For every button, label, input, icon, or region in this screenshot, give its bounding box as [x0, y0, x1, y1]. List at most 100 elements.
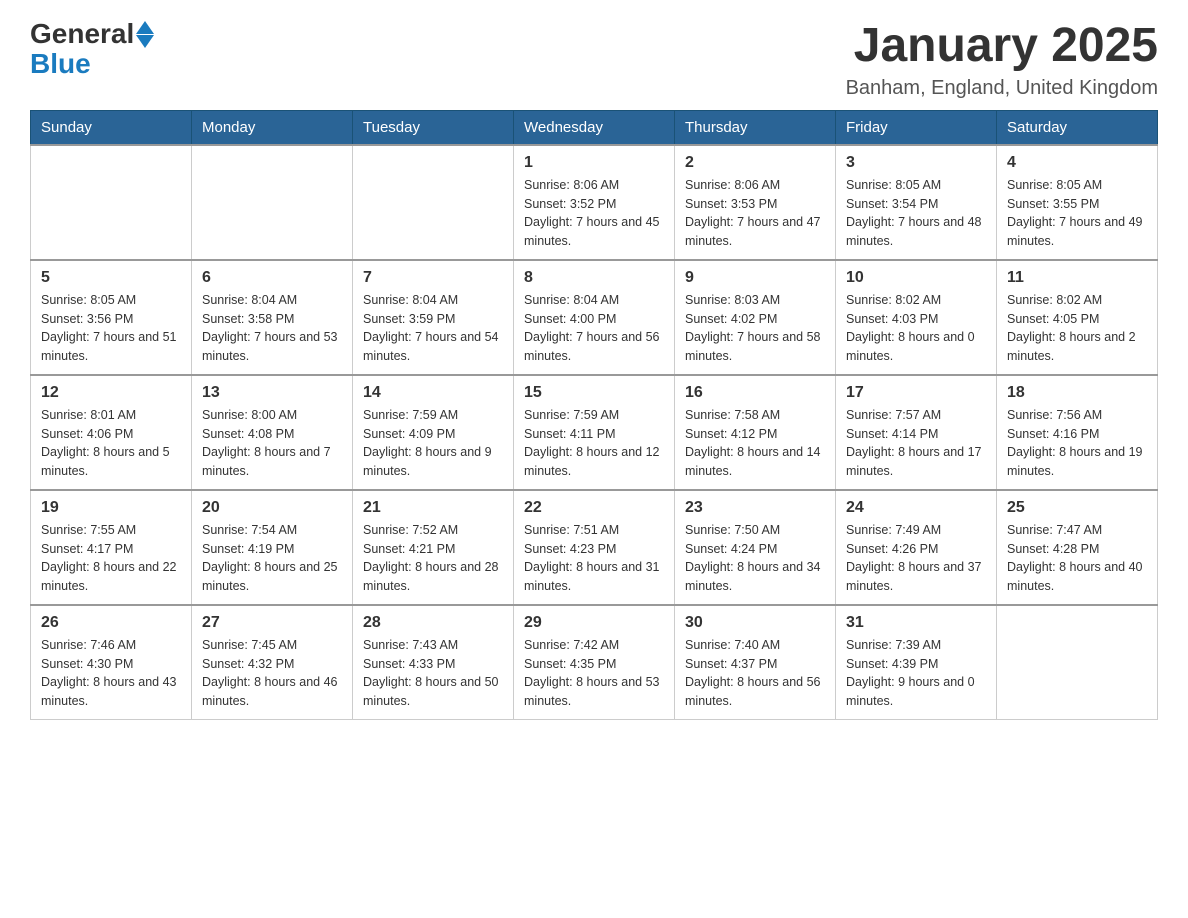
weekday-header-wednesday: Wednesday	[514, 110, 675, 145]
day-number: 15	[524, 384, 664, 402]
calendar-cell: 31Sunrise: 7:39 AMSunset: 4:39 PMDayligh…	[836, 605, 997, 720]
calendar-week-1: 1Sunrise: 8:06 AMSunset: 3:52 PMDaylight…	[31, 145, 1158, 260]
calendar-cell: 30 Sunrise: 7:40 AMSunset: 4:37 PMDayligh…	[675, 605, 836, 720]
calendar-cell: 5 Sunrise: 8:05 AMSunset: 3:56 PMDaylight…	[31, 260, 192, 375]
day-number: 25	[1007, 499, 1147, 517]
day-info: Sunrise: 7:47 AMSunset: 4:28 PMDaylight:…	[1007, 521, 1147, 596]
day-number: 8	[524, 269, 664, 287]
calendar-cell: 13Sunrise: 8:00 AMSunset: 4:08 PMDayligh…	[192, 375, 353, 490]
calendar-header-row: SundayMondayTuesdayWednesdayThursdayFrid…	[31, 110, 1158, 145]
day-number: 9	[685, 269, 825, 287]
logo-blue-text: Blue	[30, 48, 91, 80]
title-section: January 2025 Banham, England, United Kin…	[846, 20, 1158, 100]
day-info: Sunrise: 8:03 AMSunset: 4:02 PMDaylight:…	[685, 291, 825, 366]
day-number: 26	[41, 614, 181, 632]
calendar-cell: 10 Sunrise: 8:02 AMSunset: 4:03 PMDayligh…	[836, 260, 997, 375]
day-info: Sunrise: 8:05 AMSunset: 3:56 PMDaylight:…	[41, 291, 181, 366]
weekday-header-tuesday: Tuesday	[353, 110, 514, 145]
calendar-cell: 6 Sunrise: 8:04 AMSunset: 3:58 PMDaylight…	[192, 260, 353, 375]
day-number: 20	[202, 499, 342, 517]
calendar-cell: 1Sunrise: 8:06 AMSunset: 3:52 PMDaylight…	[514, 145, 675, 260]
calendar-week-3: 12Sunrise: 8:01 AMSunset: 4:06 PMDayligh…	[31, 375, 1158, 490]
day-info: Sunrise: 7:40 AMSunset: 4:37 PMDaylight:…	[685, 636, 825, 711]
day-info: Sunrise: 8:05 AMSunset: 3:55 PMDaylight:…	[1007, 176, 1147, 251]
calendar-cell: 3 Sunrise: 8:05 AMSunset: 3:54 PMDaylight…	[836, 145, 997, 260]
calendar-cell: 22 Sunrise: 7:51 AMSunset: 4:23 PMDayligh…	[514, 490, 675, 605]
day-number: 14	[363, 384, 503, 402]
day-info: Sunrise: 7:52 AMSunset: 4:21 PMDaylight:…	[363, 521, 503, 596]
day-info: Sunrise: 7:59 AMSunset: 4:11 PMDaylight:…	[524, 406, 664, 481]
day-number: 11	[1007, 269, 1147, 287]
day-number: 18	[1007, 384, 1147, 402]
day-number: 7	[363, 269, 503, 287]
calendar-week-4: 19 Sunrise: 7:55 AMSunset: 4:17 PMDayligh…	[31, 490, 1158, 605]
day-number: 5	[41, 269, 181, 287]
day-info: Sunrise: 7:56 AMSunset: 4:16 PMDaylight:…	[1007, 406, 1147, 481]
day-info: Sunrise: 7:51 AMSunset: 4:23 PMDaylight:…	[524, 521, 664, 596]
calendar-cell: 8 Sunrise: 8:04 AMSunset: 4:00 PMDaylight…	[514, 260, 675, 375]
calendar-cell: 20Sunrise: 7:54 AMSunset: 4:19 PMDayligh…	[192, 490, 353, 605]
calendar-cell: 14 Sunrise: 7:59 AMSunset: 4:09 PMDayligh…	[353, 375, 514, 490]
logo: General Blue	[30, 20, 154, 80]
weekday-header-sunday: Sunday	[31, 110, 192, 145]
day-number: 23	[685, 499, 825, 517]
day-number: 27	[202, 614, 342, 632]
day-number: 22	[524, 499, 664, 517]
day-info: Sunrise: 7:43 AMSunset: 4:33 PMDaylight:…	[363, 636, 503, 711]
calendar-cell	[353, 145, 514, 260]
calendar-cell: 9 Sunrise: 8:03 AMSunset: 4:02 PMDaylight…	[675, 260, 836, 375]
day-info: Sunrise: 8:02 AMSunset: 4:05 PMDaylight:…	[1007, 291, 1147, 366]
calendar-cell: 28 Sunrise: 7:43 AMSunset: 4:33 PMDayligh…	[353, 605, 514, 720]
day-number: 3	[846, 154, 986, 172]
day-number: 4	[1007, 154, 1147, 172]
calendar-cell: 18 Sunrise: 7:56 AMSunset: 4:16 PMDayligh…	[997, 375, 1158, 490]
day-info: Sunrise: 7:39 AMSunset: 4:39 PMDaylight:…	[846, 636, 986, 711]
day-info: Sunrise: 8:06 AMSunset: 3:52 PMDaylight:…	[524, 176, 664, 251]
day-number: 30	[685, 614, 825, 632]
day-info: Sunrise: 7:59 AMSunset: 4:09 PMDaylight:…	[363, 406, 503, 481]
calendar-cell: 2Sunrise: 8:06 AMSunset: 3:53 PMDaylight…	[675, 145, 836, 260]
day-info: Sunrise: 8:06 AMSunset: 3:53 PMDaylight:…	[685, 176, 825, 251]
day-info: Sunrise: 7:58 AMSunset: 4:12 PMDaylight:…	[685, 406, 825, 481]
calendar-cell: 17Sunrise: 7:57 AMSunset: 4:14 PMDayligh…	[836, 375, 997, 490]
day-number: 10	[846, 269, 986, 287]
day-info: Sunrise: 8:00 AMSunset: 4:08 PMDaylight:…	[202, 406, 342, 481]
weekday-header-thursday: Thursday	[675, 110, 836, 145]
calendar-cell: 25 Sunrise: 7:47 AMSunset: 4:28 PMDayligh…	[997, 490, 1158, 605]
calendar-cell: 15 Sunrise: 7:59 AMSunset: 4:11 PMDayligh…	[514, 375, 675, 490]
calendar-week-5: 26 Sunrise: 7:46 AMSunset: 4:30 PMDayligh…	[31, 605, 1158, 720]
calendar-cell: 29Sunrise: 7:42 AMSunset: 4:35 PMDayligh…	[514, 605, 675, 720]
day-number: 24	[846, 499, 986, 517]
logo-general-text: General	[30, 20, 134, 48]
day-info: Sunrise: 8:02 AMSunset: 4:03 PMDaylight:…	[846, 291, 986, 366]
day-info: Sunrise: 7:46 AMSunset: 4:30 PMDaylight:…	[41, 636, 181, 711]
calendar-table: SundayMondayTuesdayWednesdayThursdayFrid…	[30, 110, 1158, 720]
weekday-header-saturday: Saturday	[997, 110, 1158, 145]
calendar-cell: 16Sunrise: 7:58 AMSunset: 4:12 PMDayligh…	[675, 375, 836, 490]
calendar-week-2: 5 Sunrise: 8:05 AMSunset: 3:56 PMDaylight…	[31, 260, 1158, 375]
day-number: 21	[363, 499, 503, 517]
calendar-cell: 27Sunrise: 7:45 AMSunset: 4:32 PMDayligh…	[192, 605, 353, 720]
day-info: Sunrise: 8:04 AMSunset: 4:00 PMDaylight:…	[524, 291, 664, 366]
calendar-cell: 23 Sunrise: 7:50 AMSunset: 4:24 PMDayligh…	[675, 490, 836, 605]
day-number: 6	[202, 269, 342, 287]
calendar-cell: 12Sunrise: 8:01 AMSunset: 4:06 PMDayligh…	[31, 375, 192, 490]
calendar-cell: 7 Sunrise: 8:04 AMSunset: 3:59 PMDaylight…	[353, 260, 514, 375]
calendar-cell	[997, 605, 1158, 720]
day-number: 29	[524, 614, 664, 632]
day-number: 19	[41, 499, 181, 517]
day-info: Sunrise: 8:05 AMSunset: 3:54 PMDaylight:…	[846, 176, 986, 251]
day-info: Sunrise: 8:04 AMSunset: 3:59 PMDaylight:…	[363, 291, 503, 366]
month-title: January 2025	[846, 20, 1158, 73]
day-info: Sunrise: 8:04 AMSunset: 3:58 PMDaylight:…	[202, 291, 342, 366]
weekday-header-monday: Monday	[192, 110, 353, 145]
day-info: Sunrise: 8:01 AMSunset: 4:06 PMDaylight:…	[41, 406, 181, 481]
day-info: Sunrise: 7:50 AMSunset: 4:24 PMDaylight:…	[685, 521, 825, 596]
day-info: Sunrise: 7:57 AMSunset: 4:14 PMDaylight:…	[846, 406, 986, 481]
day-info: Sunrise: 7:49 AMSunset: 4:26 PMDaylight:…	[846, 521, 986, 596]
day-number: 28	[363, 614, 503, 632]
page-header: General Blue January 2025 Banham, Englan…	[30, 20, 1158, 100]
calendar-cell: 11 Sunrise: 8:02 AMSunset: 4:05 PMDayligh…	[997, 260, 1158, 375]
weekday-header-friday: Friday	[836, 110, 997, 145]
day-info: Sunrise: 7:55 AMSunset: 4:17 PMDaylight:…	[41, 521, 181, 596]
